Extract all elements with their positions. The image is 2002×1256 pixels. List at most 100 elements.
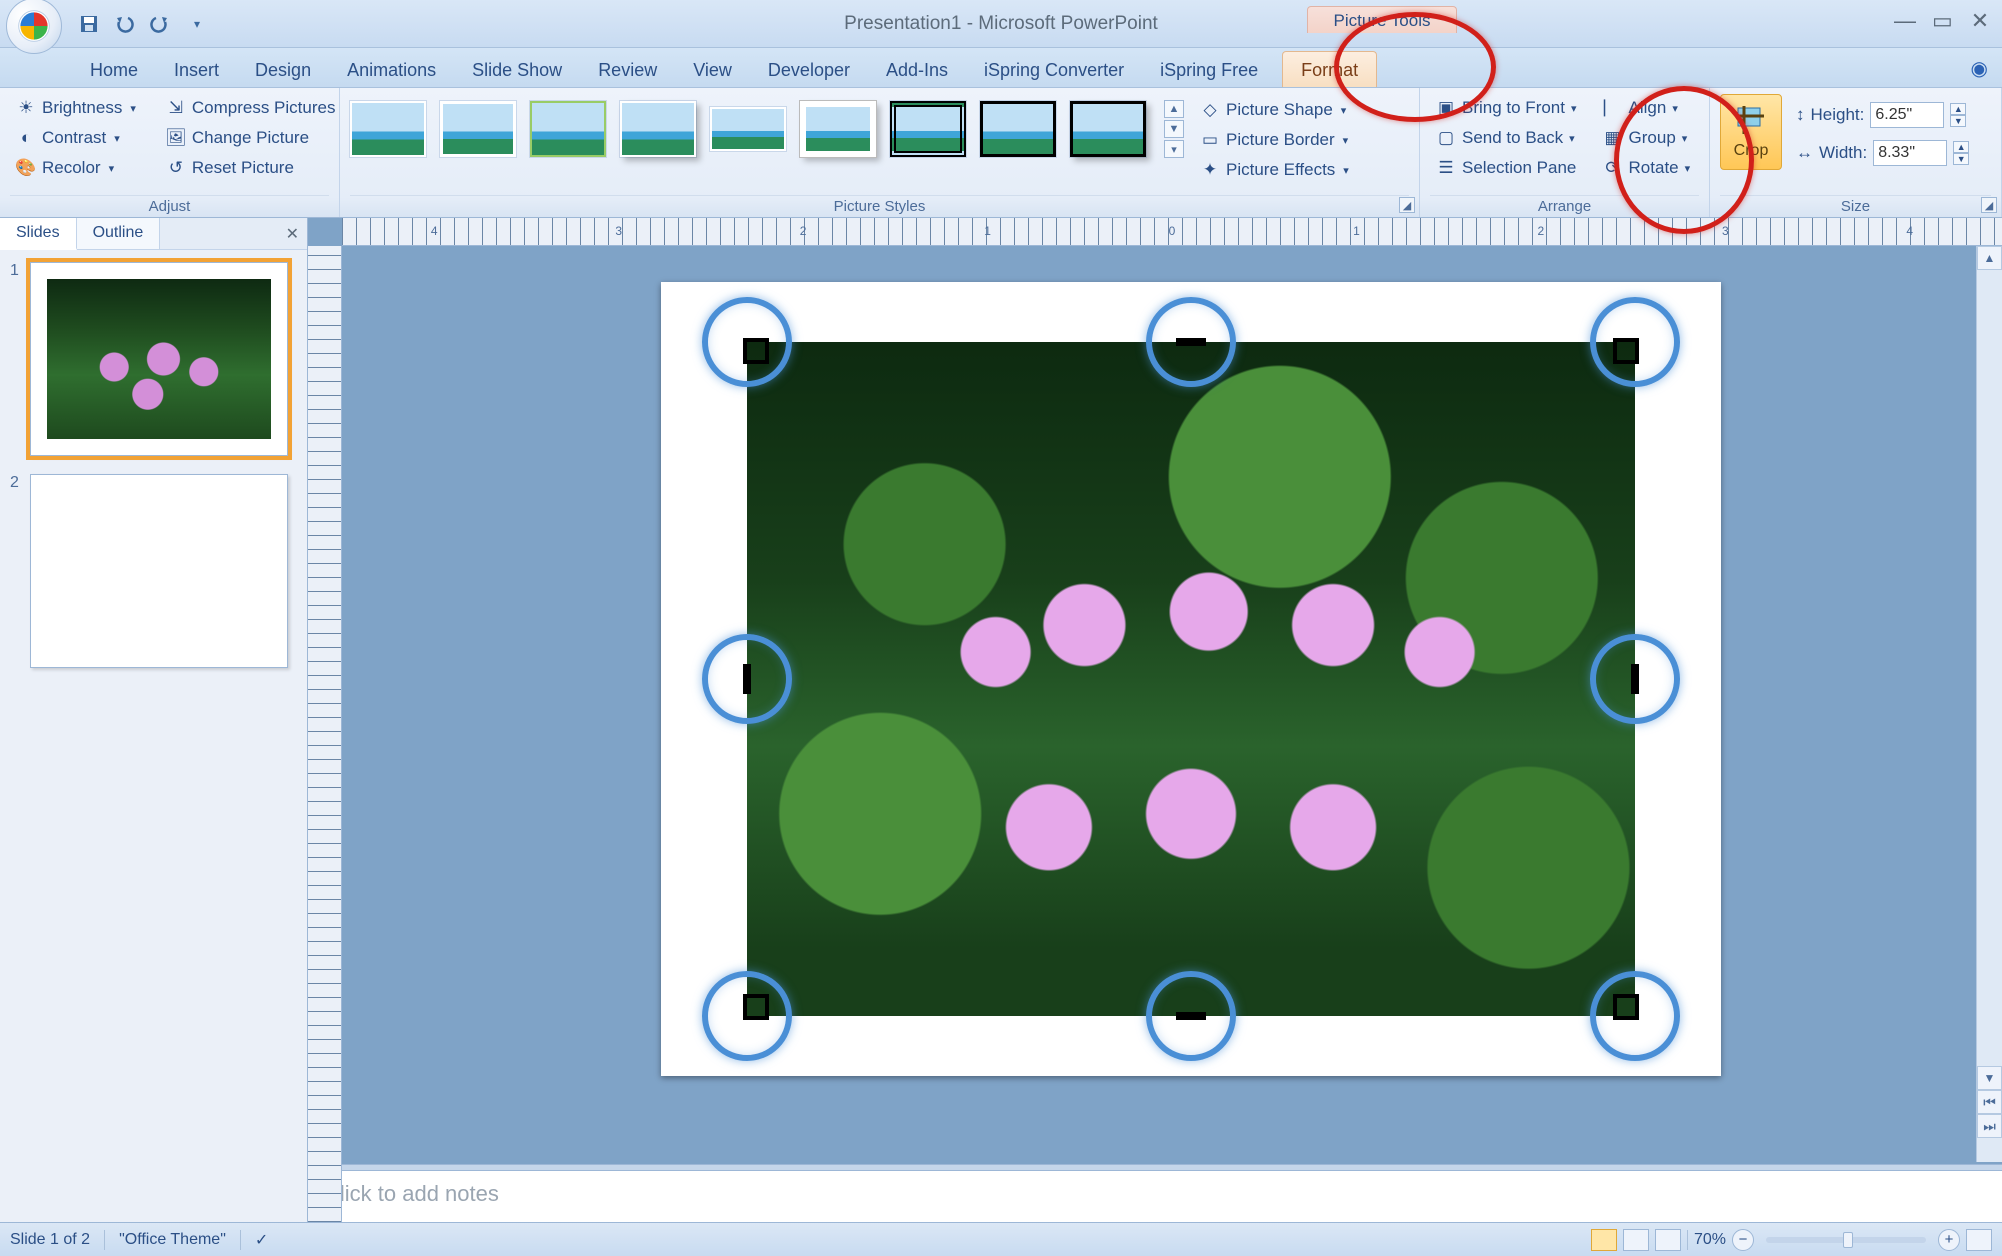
view-slideshow-button[interactable] [1655, 1229, 1681, 1251]
brightness-button[interactable]: ☀Brightness▾ [10, 94, 142, 122]
zoom-slider[interactable] [1766, 1237, 1926, 1243]
theme-name: "Office Theme" [119, 1231, 226, 1249]
slide-editor: 432101234 [308, 218, 2002, 1222]
crop-handle-top-right[interactable] [1613, 338, 1639, 364]
tab-developer[interactable]: Developer [750, 52, 868, 87]
crop-handle-top[interactable] [1176, 338, 1206, 346]
picture-style-9[interactable] [1070, 101, 1146, 157]
send-back-icon: ▢ [1436, 128, 1456, 148]
maximize-button[interactable]: ▭ [1932, 8, 1952, 34]
selection-pane-button[interactable]: ☰Selection Pane [1430, 154, 1583, 182]
group-button[interactable]: ▦Group▾ [1597, 124, 1697, 152]
tab-home[interactable]: Home [72, 52, 156, 87]
border-icon: ▭ [1200, 130, 1220, 150]
crop-button[interactable]: Crop [1720, 94, 1782, 170]
rotate-button[interactable]: ⟳Rotate▾ [1597, 154, 1697, 182]
tab-insert[interactable]: Insert [156, 52, 237, 87]
reset-icon: ↺ [166, 158, 186, 178]
picture-style-2[interactable] [440, 101, 516, 157]
zoom-out-button[interactable]: − [1732, 1229, 1754, 1251]
tab-design[interactable]: Design [237, 52, 329, 87]
gallery-more-button[interactable]: ▾ [1164, 140, 1184, 158]
picture-effects-button[interactable]: ✦Picture Effects▾ [1194, 156, 1355, 184]
group-picture-styles: ▲ ▼ ▾ ◇Picture Shape▾ ▭Picture Border▾ ✦… [340, 88, 1420, 217]
horizontal-ruler[interactable]: 432101234 [342, 218, 2002, 246]
recolor-button[interactable]: 🎨Recolor▾ [10, 154, 142, 182]
save-icon [79, 14, 99, 34]
picture-style-6[interactable] [800, 101, 876, 157]
panel-tab-outline[interactable]: Outline [77, 218, 161, 249]
tab-format[interactable]: Format [1282, 51, 1377, 87]
crop-handle-bottom-right[interactable] [1613, 994, 1639, 1020]
picture-styles-gallery[interactable]: ▲ ▼ ▾ [350, 94, 1184, 162]
office-button[interactable] [6, 0, 62, 54]
slide-thumbnail-2[interactable] [30, 474, 288, 668]
slide-canvas[interactable] [661, 282, 1721, 1076]
gallery-scroll-down[interactable]: ▼ [1164, 120, 1184, 138]
contrast-button[interactable]: ◐Contrast▾ [10, 124, 142, 152]
save-button[interactable] [76, 11, 102, 37]
picture-style-7[interactable] [890, 101, 966, 157]
group-adjust: ☀Brightness▾ ◐Contrast▾ 🎨Recolor▾ ⇲Compr… [0, 88, 340, 217]
crop-handle-left[interactable] [743, 664, 751, 694]
picture-border-button[interactable]: ▭Picture Border▾ [1194, 126, 1355, 154]
tab-slideshow[interactable]: Slide Show [454, 52, 580, 87]
minimize-button[interactable]: — [1894, 8, 1914, 34]
picture-style-1[interactable] [350, 101, 426, 157]
notes-placeholder: Click to add notes [324, 1181, 499, 1206]
scroll-down-button[interactable]: ▼ [1977, 1066, 2002, 1090]
crop-handle-right[interactable] [1631, 664, 1639, 694]
change-picture-button[interactable]: 🖼Change Picture [160, 124, 342, 152]
gallery-scroll-up[interactable]: ▲ [1164, 100, 1184, 118]
prev-slide-button[interactable]: ⏮ [1977, 1090, 2002, 1114]
next-slide-button[interactable]: ⏭ [1977, 1114, 2002, 1138]
picture-shape-button[interactable]: ◇Picture Shape▾ [1194, 96, 1355, 124]
send-to-back-button[interactable]: ▢Send to Back▾ [1430, 124, 1583, 152]
bring-to-front-button[interactable]: ▣Bring to Front▾ [1430, 94, 1583, 122]
tab-ispring-free[interactable]: iSpring Free [1142, 52, 1276, 87]
compress-pictures-button[interactable]: ⇲Compress Pictures [160, 94, 342, 122]
width-spin-up[interactable]: ▲ [1953, 141, 1969, 153]
panel-close-button[interactable]: ✕ [286, 224, 299, 244]
slide-thumbnail-1[interactable] [30, 262, 288, 456]
crop-handle-bottom[interactable] [1176, 1012, 1206, 1020]
selected-picture[interactable] [747, 342, 1635, 1016]
crop-handle-bottom-left[interactable] [743, 994, 769, 1020]
height-spin-down[interactable]: ▼ [1950, 115, 1966, 127]
picture-style-5[interactable] [710, 107, 786, 151]
spellcheck-button[interactable]: ✓ [255, 1230, 268, 1250]
tab-view[interactable]: View [675, 52, 750, 87]
height-spin-up[interactable]: ▲ [1950, 103, 1966, 115]
close-button[interactable]: ✕ [1970, 8, 1990, 34]
compress-label: Compress Pictures [192, 98, 336, 118]
tab-addins[interactable]: Add-Ins [868, 52, 966, 87]
tab-review[interactable]: Review [580, 52, 675, 87]
vertical-scrollbar[interactable]: ▲ ▼ ⏮ ⏭ [1976, 246, 2002, 1162]
width-input[interactable] [1873, 140, 1947, 166]
reset-picture-button[interactable]: ↺Reset Picture [160, 154, 342, 182]
fit-to-window-button[interactable] [1966, 1229, 1992, 1251]
styles-dialog-launcher[interactable]: ◢ [1399, 197, 1415, 213]
panel-tab-slides[interactable]: Slides [0, 218, 77, 250]
height-input[interactable] [1870, 102, 1944, 128]
picture-style-8[interactable] [980, 101, 1056, 157]
undo-button[interactable] [112, 11, 138, 37]
help-button[interactable]: ◉ [1971, 56, 1988, 81]
zoom-in-button[interactable]: + [1938, 1229, 1960, 1251]
scroll-up-button[interactable]: ▲ [1977, 246, 2002, 270]
tab-animations[interactable]: Animations [329, 52, 454, 87]
view-sorter-button[interactable] [1623, 1229, 1649, 1251]
zoom-percent[interactable]: 70% [1694, 1231, 1726, 1249]
picture-style-3[interactable] [530, 101, 606, 157]
width-spin-down[interactable]: ▼ [1953, 153, 1969, 165]
redo-button[interactable] [148, 11, 174, 37]
align-label: Align [1629, 98, 1667, 118]
crop-handle-top-left[interactable] [743, 338, 769, 364]
view-normal-button[interactable] [1591, 1229, 1617, 1251]
tab-ispring-converter[interactable]: iSpring Converter [966, 52, 1142, 87]
align-button[interactable]: ⎸Align▾ [1597, 94, 1697, 122]
notes-pane[interactable]: Click to add notes [308, 1170, 2002, 1222]
qat-customize-button[interactable]: ▾ [184, 11, 210, 37]
picture-style-4[interactable] [620, 101, 696, 157]
size-dialog-launcher[interactable]: ◢ [1981, 197, 1997, 213]
